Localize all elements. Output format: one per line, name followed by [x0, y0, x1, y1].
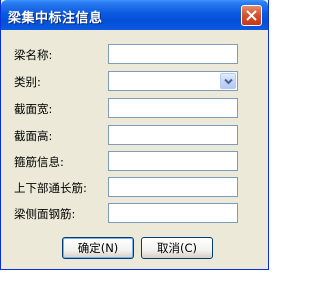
continuous-rebar-input[interactable]	[108, 177, 238, 197]
beam-name-input[interactable]	[108, 44, 238, 64]
side-rebar-label: 梁侧面钢筋:	[14, 207, 76, 221]
stirrup-info-input[interactable]	[108, 151, 238, 171]
chevron-down-icon	[224, 78, 233, 85]
close-icon	[246, 10, 257, 21]
form-row-category: 类别:	[1, 71, 268, 93]
form-row-beam-name: 梁名称:	[1, 44, 268, 66]
section-height-label: 截面高:	[14, 129, 53, 143]
stirrup-info-label: 箍筋信息:	[14, 155, 64, 169]
beam-name-label: 梁名称:	[14, 48, 53, 62]
section-width-input[interactable]	[108, 98, 238, 118]
continuous-rebar-label: 上下部通长筋:	[14, 181, 87, 195]
category-dropdown-button[interactable]	[220, 73, 236, 89]
side-rebar-input[interactable]	[108, 203, 238, 223]
form-row-section-height: 截面高:	[1, 125, 268, 147]
section-width-label: 截面宽:	[14, 102, 53, 116]
category-label: 类别:	[14, 75, 41, 89]
form-row-stirrup-info: 箍筋信息:	[1, 151, 268, 173]
ok-button[interactable]: 确定(N)	[62, 237, 134, 259]
title-bar[interactable]: 梁集中标注信息	[1, 0, 268, 30]
form-row-continuous-rebar: 上下部通长筋:	[1, 177, 268, 199]
close-button[interactable]	[241, 5, 262, 26]
form-row-side-rebar: 梁侧面钢筋:	[1, 203, 268, 225]
dialog-window: 梁集中标注信息 梁名称: 类别: 截面宽: 截面高: 箍筋信息: 上下部通长筋:…	[0, 0, 269, 270]
section-height-input[interactable]	[108, 125, 238, 145]
dialog-title: 梁集中标注信息	[8, 11, 103, 26]
category-select[interactable]	[108, 71, 238, 91]
form-row-section-width: 截面宽:	[1, 98, 268, 120]
cancel-button[interactable]: 取消(C)	[141, 237, 213, 259]
